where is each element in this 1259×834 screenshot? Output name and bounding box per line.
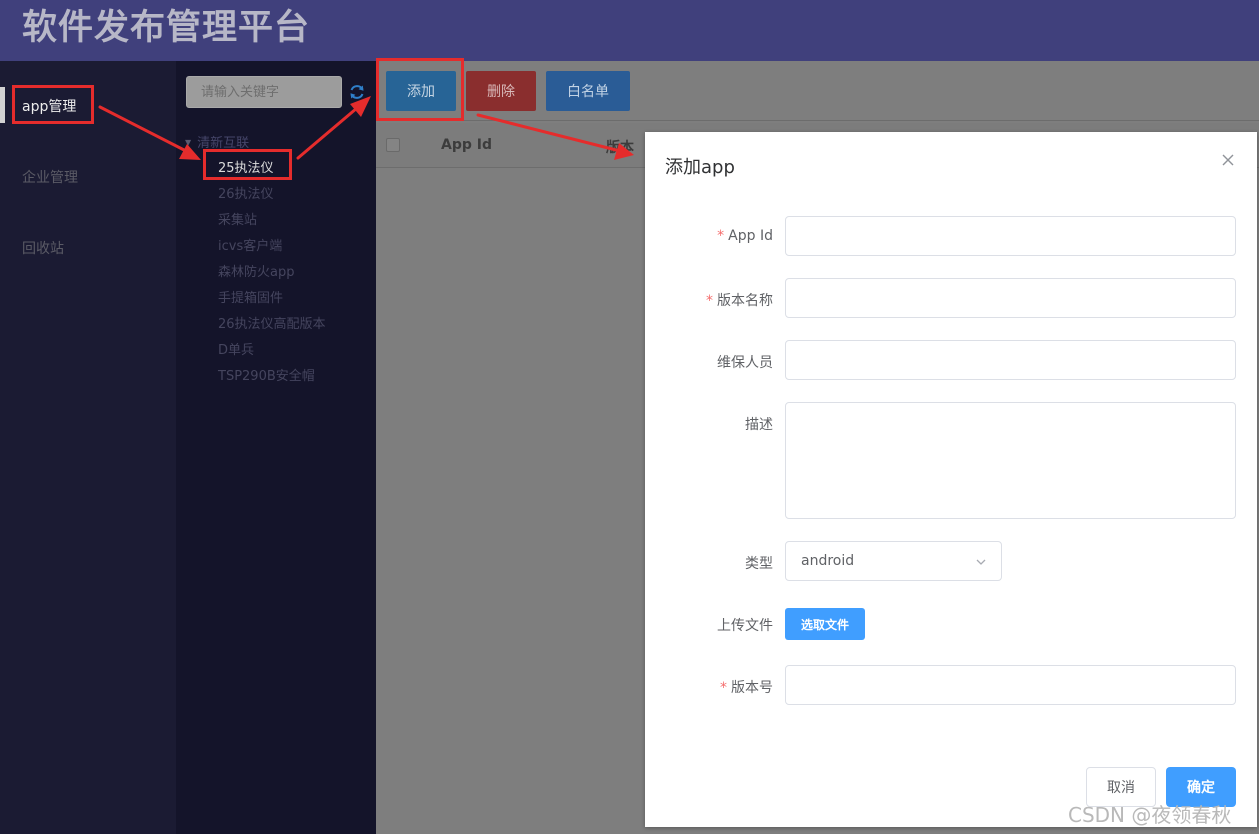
whitelist-button[interactable]: 白名单 bbox=[546, 71, 630, 111]
description-textarea[interactable] bbox=[785, 402, 1236, 519]
caret-down-icon: ▼ bbox=[185, 138, 192, 147]
refresh-icon[interactable] bbox=[347, 82, 367, 102]
tree-item-26-law-recorder[interactable]: 26执法仪 bbox=[218, 183, 274, 202]
app-id-input[interactable] bbox=[785, 216, 1236, 256]
annotation-box-app-management bbox=[12, 85, 94, 124]
dialog-title: 添加app bbox=[665, 157, 735, 178]
delete-button[interactable]: 删除 bbox=[466, 71, 536, 111]
chevron-down-icon bbox=[976, 559, 986, 565]
description-label: 描述 bbox=[745, 417, 773, 433]
annotation-box-add-button bbox=[376, 58, 464, 121]
watermark: CSDN @夜领春秋 bbox=[1068, 803, 1232, 827]
tree-item-collection-station[interactable]: 采集站 bbox=[218, 209, 257, 228]
required-asterisk: * bbox=[717, 228, 725, 244]
tree-item-icvs-client[interactable]: icvs客户端 bbox=[218, 235, 282, 254]
maintainer-label: 维保人员 bbox=[717, 355, 773, 371]
app-id-label: * App Id bbox=[717, 228, 773, 244]
app-title: 软件发布管理平台 bbox=[22, 8, 311, 48]
toolbar-divider bbox=[376, 120, 1259, 121]
select-all-checkbox[interactable] bbox=[386, 138, 400, 152]
nav-active-indicator bbox=[0, 87, 5, 123]
column-header-version: 版本 bbox=[606, 140, 634, 156]
tree-item-d-soldier[interactable]: D单兵 bbox=[218, 339, 254, 358]
column-header-app-id: App Id bbox=[441, 137, 492, 153]
tree-item-suitcase-firmware[interactable]: 手提箱固件 bbox=[218, 287, 283, 306]
tree-item-tsp290b-helmet[interactable]: TSP290B安全帽 bbox=[218, 365, 315, 384]
tree-item-forest-fire-app[interactable]: 森林防火app bbox=[218, 261, 294, 280]
type-select[interactable]: android bbox=[785, 541, 1002, 581]
maintainer-input[interactable] bbox=[785, 340, 1236, 380]
annotation-box-tree-item bbox=[203, 149, 292, 180]
version-name-label: * 版本名称 bbox=[706, 293, 773, 309]
required-asterisk: * bbox=[706, 293, 713, 309]
version-number-input[interactable] bbox=[785, 665, 1236, 705]
tree-search-input[interactable] bbox=[186, 76, 342, 108]
close-icon[interactable] bbox=[1222, 154, 1234, 166]
nav-item-enterprise-management[interactable]: 企业管理 bbox=[22, 167, 78, 187]
upload-file-label: 上传文件 bbox=[717, 618, 773, 634]
required-asterisk: * bbox=[720, 680, 727, 696]
tree-item-26-high-config[interactable]: 26执法仪高配版本 bbox=[218, 313, 326, 332]
version-number-label: * 版本号 bbox=[720, 680, 773, 696]
type-label: 类型 bbox=[745, 556, 773, 572]
nav-item-recycle-bin[interactable]: 回收站 bbox=[22, 238, 64, 258]
left-nav: app管理 企业管理 回收站 bbox=[0, 61, 176, 834]
add-app-dialog: 添加app * App Id * 版本名称 维保人员 描述 类型 android 上… bbox=[645, 132, 1257, 827]
type-select-value: android bbox=[801, 553, 855, 569]
choose-file-button[interactable]: 选取文件 bbox=[785, 608, 865, 640]
app-header: 软件发布管理平台 bbox=[0, 0, 1259, 61]
version-name-input[interactable] bbox=[785, 278, 1236, 318]
